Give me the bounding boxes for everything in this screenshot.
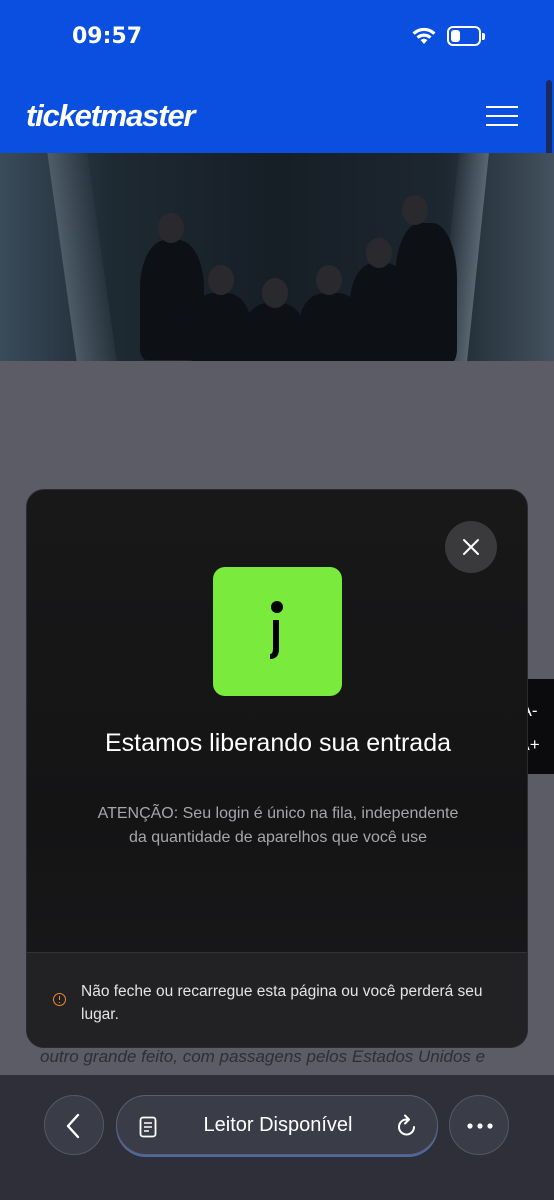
modal-title: Estamos liberando sua entrada bbox=[104, 729, 452, 757]
modal-warning: ATENÇÃO: Seu login é único na fila, inde… bbox=[97, 805, 459, 846]
queue-modal: Estamos liberando sua entrada ATENÇÃO: S… bbox=[26, 489, 528, 1048]
hamburger-menu-icon[interactable] bbox=[486, 106, 518, 126]
back-button[interactable] bbox=[44, 1095, 104, 1155]
app-header: 09:57 ticketmaster bbox=[0, 0, 554, 160]
footer-note: Não feche ou recarregue esta página ou v… bbox=[81, 983, 483, 1023]
browser-toolbar: Leitor Disponível bbox=[0, 1075, 554, 1200]
hero-image bbox=[0, 153, 554, 361]
more-options-button[interactable] bbox=[449, 1095, 509, 1155]
article-text-line: outro grande feito, com passagens pelos … bbox=[40, 1047, 486, 1066]
address-bar[interactable]: Leitor Disponível bbox=[116, 1095, 438, 1155]
info-icon bbox=[213, 567, 342, 696]
warning-icon bbox=[53, 993, 66, 1006]
wifi-icon bbox=[412, 27, 436, 44]
modal-footer: Não feche ou recarregue esta página ou v… bbox=[27, 952, 527, 1047]
battery-icon bbox=[447, 26, 485, 46]
ticketmaster-logo[interactable]: ticketmaster bbox=[26, 98, 195, 134]
close-button[interactable] bbox=[445, 521, 497, 573]
chevron-left-icon bbox=[66, 1113, 80, 1139]
reload-icon[interactable] bbox=[396, 1114, 418, 1138]
page-scrollbar[interactable] bbox=[546, 80, 552, 160]
close-icon bbox=[463, 539, 479, 555]
address-label: Leitor Disponível bbox=[203, 1114, 353, 1136]
ellipsis-icon bbox=[467, 1123, 493, 1129]
status-time: 09:57 bbox=[72, 24, 143, 49]
